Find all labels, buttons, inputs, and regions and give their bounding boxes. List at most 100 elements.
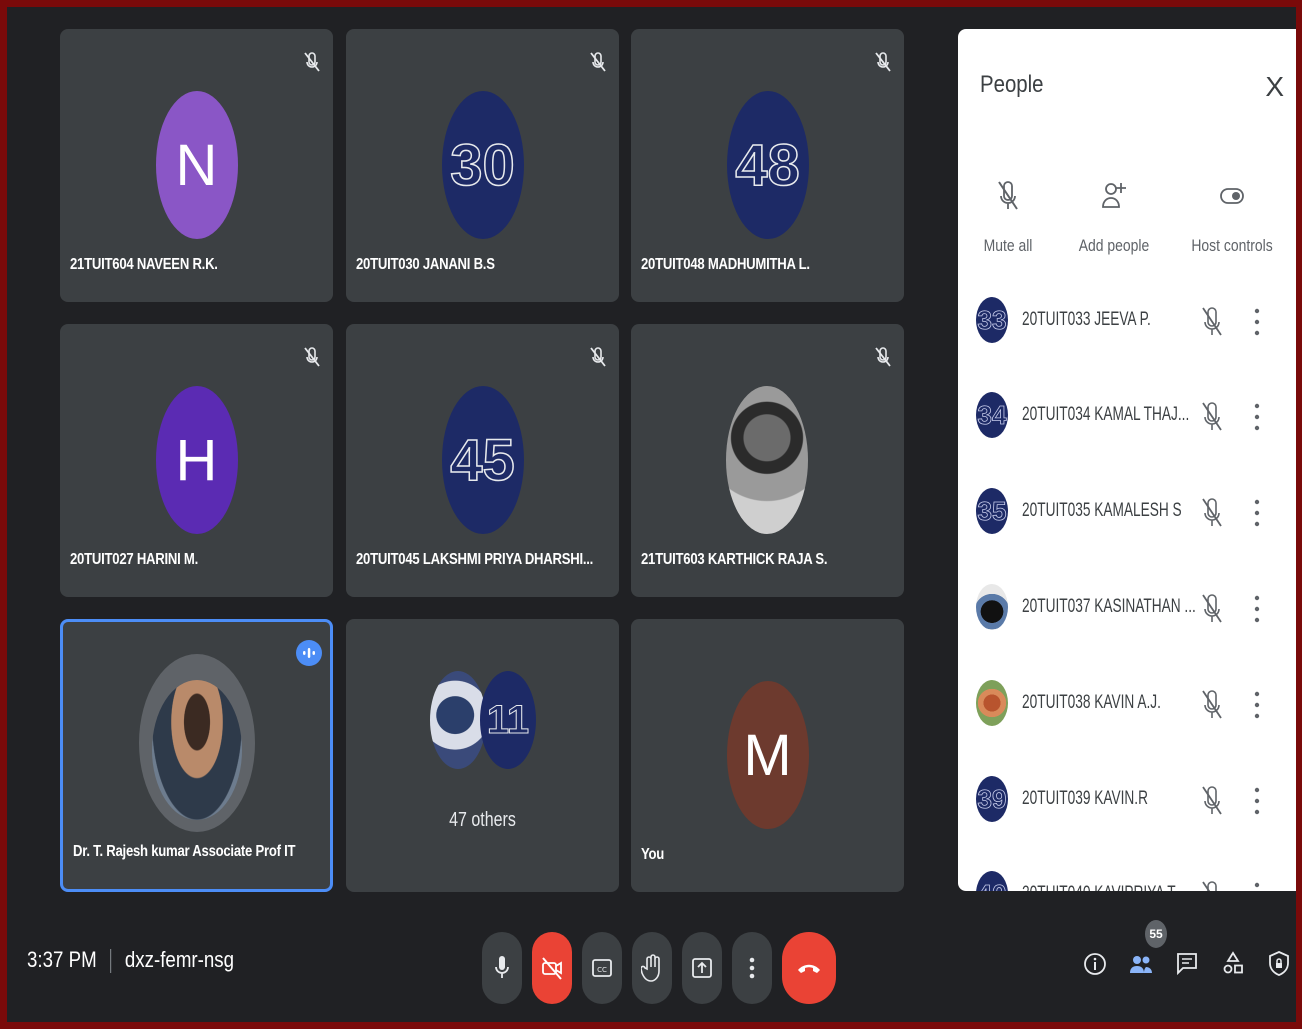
people-button[interactable] [1127, 944, 1155, 984]
present-screen-icon [692, 958, 712, 978]
more-options-icon[interactable] [1254, 879, 1260, 891]
avatar: 34 [976, 392, 1008, 438]
panel-title: People [980, 71, 1044, 98]
meeting-code: dxz-femr-nsg [124, 947, 235, 972]
more-options-icon[interactable] [1254, 400, 1260, 434]
chat-icon [1177, 953, 1197, 976]
more-options-icon[interactable] [1254, 784, 1260, 818]
participant-row[interactable]: 34 20TUIT034 KAMAL THAJ... [958, 380, 1296, 440]
participant-name: 20TUIT038 KAVIN A.J. [1022, 692, 1161, 713]
more-vert-icon [749, 957, 755, 979]
avatar: 35 [976, 488, 1008, 534]
participant-name: 21TUIT604 NAVEEN R.K. [70, 256, 218, 273]
participant-name: 20TUIT033 JEEVA P. [1022, 309, 1151, 330]
mic-off-icon[interactable] [1201, 688, 1223, 722]
avatar: 39 [976, 776, 1008, 822]
participant-name: 20TUIT037 KASINATHAN ... [1022, 596, 1196, 617]
others-tile[interactable]: 11 47 others [346, 619, 619, 892]
host-controls-button[interactable] [1265, 944, 1293, 984]
raise-hand-button[interactable] [632, 932, 672, 1004]
participant-tile[interactable]: 48 20TUIT048 MADHUMITHA L. [631, 29, 904, 302]
avatar: 48 [726, 91, 809, 239]
participant-name: 20TUIT030 JANANI B.S [356, 256, 495, 273]
close-button[interactable]: X [1265, 71, 1284, 103]
people-panel: People X Mute all Add people Host contro… [958, 29, 1296, 891]
microphone-button[interactable] [482, 932, 522, 1004]
present-screen-button[interactable] [682, 932, 722, 1004]
shield-lock-icon [1269, 951, 1289, 976]
participant-tile[interactable]: H 20TUIT027 HARINI M. [60, 324, 333, 597]
avatar: 33 [976, 297, 1008, 343]
add-person-icon [1102, 183, 1126, 208]
avatar: 40 [976, 871, 1008, 891]
meet-window: N 21TUIT604 NAVEEN R.K. 30 20TUIT030 JAN… [7, 7, 1296, 1022]
mute-all-button[interactable]: Mute all [958, 179, 1058, 256]
mic-off-icon[interactable] [1201, 879, 1223, 891]
mic-off-icon[interactable] [1201, 496, 1223, 530]
participant-name: 20TUIT048 MADHUMITHA L. [641, 256, 810, 273]
meeting-details-button[interactable] [1081, 944, 1109, 984]
participant-name: 20TUIT035 KAMALESH S [1022, 500, 1182, 521]
svg-text:CC: CC [597, 966, 607, 974]
mic-off-icon [304, 52, 320, 72]
speaking-indicator-icon [296, 640, 322, 666]
participant-tile[interactable]: N 21TUIT604 NAVEEN R.K. [60, 29, 333, 302]
participant-row[interactable]: 20TUIT037 KASINATHAN ... [958, 572, 1296, 632]
participant-tile-active-speaker[interactable]: Dr. T. Rajesh kumar Associate Prof IT [60, 619, 333, 892]
mic-off-icon[interactable] [1201, 305, 1223, 339]
mic-icon [495, 956, 509, 978]
end-call-icon [798, 964, 820, 973]
add-people-button[interactable]: Add people [1064, 179, 1164, 256]
host-controls-button[interactable]: Host controls [1182, 179, 1282, 256]
leave-call-button[interactable] [782, 932, 836, 1004]
avatar: N [155, 91, 238, 239]
mic-off-icon [304, 347, 320, 367]
avatar-photo [152, 680, 242, 820]
avatar-photo [976, 680, 1008, 726]
mic-off-icon[interactable] [1201, 784, 1223, 818]
participant-row[interactable]: 33 20TUIT033 JEEVA P. [958, 285, 1296, 345]
mute-all-label: Mute all [983, 236, 1033, 255]
mic-off-icon [590, 52, 606, 72]
avatar: 45 [441, 386, 524, 534]
avatar: H [155, 386, 238, 534]
participant-tile[interactable]: 45 20TUIT045 LAKSHMI PRIYA DHARSHI... [346, 324, 619, 597]
camera-off-button[interactable] [532, 932, 572, 1004]
self-tile[interactable]: M You [631, 619, 904, 892]
avatar-photo [726, 386, 808, 534]
participant-name: 20TUIT039 KAVIN.R [1022, 788, 1148, 809]
closed-captions-icon: CC [592, 959, 612, 977]
clock-time: 3:37 PM [27, 947, 97, 972]
chat-button[interactable] [1173, 944, 1201, 984]
captions-button[interactable]: CC [582, 932, 622, 1004]
participant-row[interactable]: 40 20TUIT040 KAVIPRIYA T. [958, 859, 1296, 891]
more-options-icon[interactable] [1254, 305, 1260, 339]
more-options-icon[interactable] [1254, 688, 1260, 722]
mic-off-icon[interactable] [1201, 592, 1223, 626]
participant-name: 20TUIT045 LAKSHMI PRIYA DHARSHI... [356, 551, 594, 568]
meeting-info: 3:37 PM dxz-femr-nsg [27, 947, 235, 974]
participant-name: Dr. T. Rajesh kumar Associate Prof IT [73, 843, 296, 860]
avatar: 30 [441, 91, 524, 239]
more-options-button[interactable] [732, 932, 772, 1004]
participant-row[interactable]: 39 20TUIT039 KAVIN.R [958, 764, 1296, 824]
host-controls-icon [1220, 188, 1244, 204]
participant-row[interactable]: 20TUIT038 KAVIN A.J. [958, 668, 1296, 728]
avatar-photo [976, 584, 1008, 630]
add-people-label: Add people [1078, 236, 1150, 255]
avatar: M [726, 681, 809, 829]
mic-off-icon [590, 347, 606, 367]
activities-icon [1223, 951, 1243, 974]
participant-row[interactable]: 35 20TUIT035 KAMALESH S [958, 476, 1296, 536]
participant-tile[interactable]: 30 20TUIT030 JANANI B.S [346, 29, 619, 302]
avatar: 11 [480, 671, 536, 769]
others-count: 47 others [449, 809, 516, 831]
people-icon [1130, 956, 1152, 973]
mic-off-icon[interactable] [1201, 400, 1223, 434]
participant-name: 20TUIT027 HARINI M. [70, 551, 199, 568]
activities-button[interactable] [1219, 944, 1247, 984]
participant-tile[interactable]: 21TUIT603 KARTHICK RAJA S. [631, 324, 904, 597]
participant-name: 21TUIT603 KARTHICK RAJA S. [641, 551, 828, 568]
more-options-icon[interactable] [1254, 496, 1260, 530]
more-options-icon[interactable] [1254, 592, 1260, 626]
